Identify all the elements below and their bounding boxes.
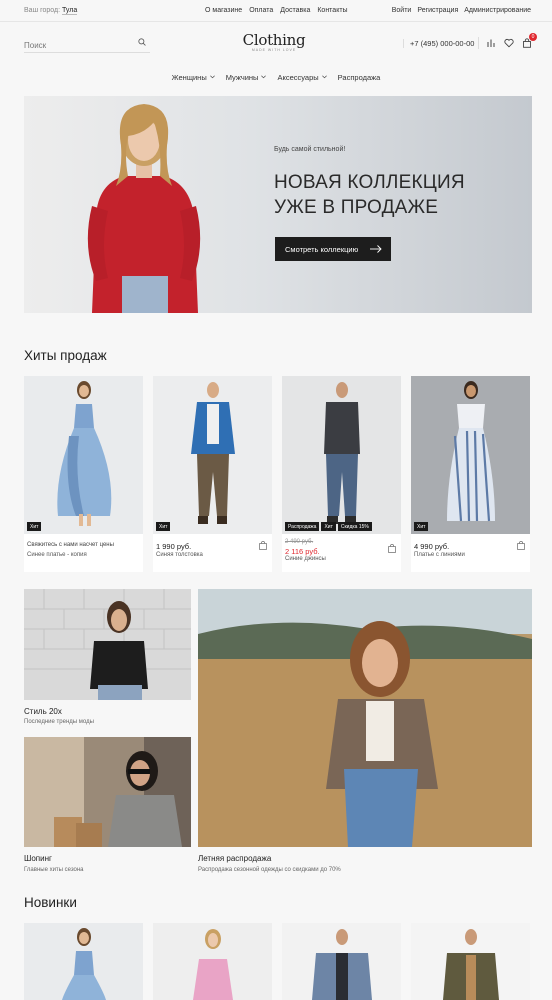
product-card[interactable]	[24, 923, 143, 1000]
hero-title-line: НОВАЯ КОЛЛЕКЦИЯ	[274, 172, 465, 193]
chevron-down-icon	[261, 75, 267, 79]
price-on-request: Свяжитесь с нами насчет цены	[27, 542, 114, 548]
compare-icon[interactable]	[486, 38, 496, 48]
promo-subtitle: Главные хиты сезона	[24, 867, 84, 873]
product-image	[411, 923, 530, 1000]
nav-link-delivery[interactable]: Доставка	[280, 7, 310, 14]
promo-image	[24, 737, 191, 847]
product-image	[24, 923, 143, 1000]
hero-title-line: УЖЕ В ПРОДАЖЕ	[274, 197, 439, 218]
menu-label: Мужчины	[225, 72, 259, 82]
heart-icon[interactable]	[504, 38, 514, 48]
promo-title[interactable]: Стиль 20х	[24, 707, 62, 716]
hero-banner[interactable]: Будь самой стильной! НОВАЯ КОЛЛЕКЦИЯ УЖЕ…	[24, 96, 532, 313]
product-tags: Хит	[27, 522, 42, 531]
tag-badge: Хит	[27, 522, 42, 531]
hero-model-image	[87, 104, 201, 313]
arrow-right-icon	[370, 245, 382, 253]
logo-name: Clothing	[242, 31, 306, 49]
menu-men[interactable]: Мужчины	[226, 70, 267, 84]
product-image	[282, 923, 401, 1000]
product-card[interactable]: Хит 4 990 руб. Платье с линиями	[411, 376, 530, 572]
tag-badge: Хит	[156, 522, 171, 531]
promo-image	[198, 589, 532, 847]
login-link[interactable]: Войти	[392, 7, 412, 14]
tag-badge: Хит	[414, 522, 429, 531]
chevron-down-icon	[209, 75, 215, 79]
cart-count-badge: 0	[529, 33, 537, 41]
info-nav: О магазине Оплата Доставка Контакты	[205, 7, 348, 14]
product-card[interactable]	[153, 923, 272, 1000]
menu-label: Женщины	[171, 72, 207, 82]
sale-price: 2 116 руб.	[285, 547, 320, 556]
bestsellers-title: Хиты продаж	[24, 348, 107, 363]
product-image	[24, 376, 143, 534]
product-image	[153, 376, 272, 534]
header: Clothing MADE WITH LOVE +7 (495) 000-00-…	[0, 22, 552, 68]
site-logo[interactable]: Clothing MADE WITH LOVE	[242, 31, 306, 52]
promo-subtitle: Последние тренды моды	[24, 719, 94, 725]
menu-label: Распродажа	[337, 72, 381, 82]
product-name[interactable]: Синее платье - копия	[27, 552, 87, 558]
product-price: 4 990 руб.	[414, 542, 450, 551]
product-card[interactable]: Хит 1 990 руб. Синяя толстовка	[153, 376, 272, 572]
city-selector[interactable]: Ваш город: Тула	[24, 7, 78, 15]
auth-links: Войти Регистрация Администрирование	[392, 7, 531, 14]
promo-summer-sale[interactable]	[198, 589, 532, 847]
button-label: Смотреть коллекцию	[285, 244, 359, 254]
hero-title: НОВАЯ КОЛЛЕКЦИЯ УЖЕ В ПРОДАЖЕ	[274, 170, 514, 220]
novelties-title: Новинки	[24, 895, 77, 910]
header-icons: 0	[478, 33, 537, 49]
tag-badge: Хит	[321, 522, 336, 531]
product-card[interactable]: Распродажа Хит Скидка 15% 2 490 руб. 2 1…	[282, 376, 401, 572]
top-bar: Ваш город: Тула О магазине Оплата Достав…	[0, 0, 552, 22]
product-tags: Распродажа Хит Скидка 15%	[285, 522, 372, 531]
hero-subtitle: Будь самой стильной!	[274, 146, 346, 153]
promo-subtitle: Распродажа сезонной одежды со скидками д…	[198, 867, 341, 873]
add-to-cart-icon[interactable]	[388, 544, 396, 553]
search-icon[interactable]	[138, 38, 146, 46]
menu-sale[interactable]: Распродажа	[338, 70, 381, 84]
admin-link[interactable]: Администрирование	[464, 7, 531, 14]
nav-link-contacts[interactable]: Контакты	[317, 7, 347, 14]
promo-shopping[interactable]	[24, 737, 191, 847]
search-input[interactable]	[24, 37, 134, 54]
promo-image	[24, 589, 191, 700]
product-card[interactable]: Хит Свяжитесь с нами насчет цены Синее п…	[24, 376, 143, 572]
register-link[interactable]: Регистрация	[417, 7, 458, 14]
add-to-cart-icon[interactable]	[259, 541, 267, 550]
search-box	[24, 35, 150, 54]
promo-title[interactable]: Шопинг	[24, 854, 52, 863]
view-collection-button[interactable]: Смотреть коллекцию	[275, 237, 391, 261]
product-price: 1 990 руб.	[156, 542, 192, 551]
phone-number[interactable]: +7 (495) 000-00-00	[403, 39, 474, 48]
menu-accessories[interactable]: Аксессуары	[277, 70, 327, 84]
product-card[interactable]	[282, 923, 401, 1000]
city-value[interactable]: Тула	[62, 7, 78, 15]
nav-link-about[interactable]: О магазине	[205, 7, 242, 14]
add-to-cart-icon[interactable]	[517, 541, 525, 550]
product-tags: Хит	[156, 522, 171, 531]
product-image	[411, 376, 530, 534]
old-price: 2 490 руб.	[285, 539, 314, 545]
product-card[interactable]	[411, 923, 530, 1000]
chevron-down-icon	[321, 75, 327, 79]
promo-style-20x[interactable]	[24, 589, 191, 700]
menu-women[interactable]: Женщины	[172, 70, 215, 84]
city-label: Ваш город:	[24, 7, 61, 14]
promo-title[interactable]: Летняя распродажа	[198, 854, 271, 863]
product-name[interactable]: Синяя толстовка	[156, 552, 203, 558]
main-nav: Женщины Мужчины Аксессуары Распродажа	[0, 70, 552, 84]
product-tags: Хит	[414, 522, 429, 531]
tag-badge: Скидка 15%	[337, 522, 372, 531]
nav-link-payment[interactable]: Оплата	[249, 7, 273, 14]
product-image	[282, 376, 401, 534]
product-name[interactable]: Синие джинсы	[285, 556, 326, 562]
tag-badge: Распродажа	[285, 522, 320, 531]
menu-label: Аксессуары	[277, 72, 319, 82]
product-image	[153, 923, 272, 1000]
product-name[interactable]: Платье с линиями	[414, 552, 465, 558]
cart-button[interactable]: 0	[522, 33, 537, 48]
